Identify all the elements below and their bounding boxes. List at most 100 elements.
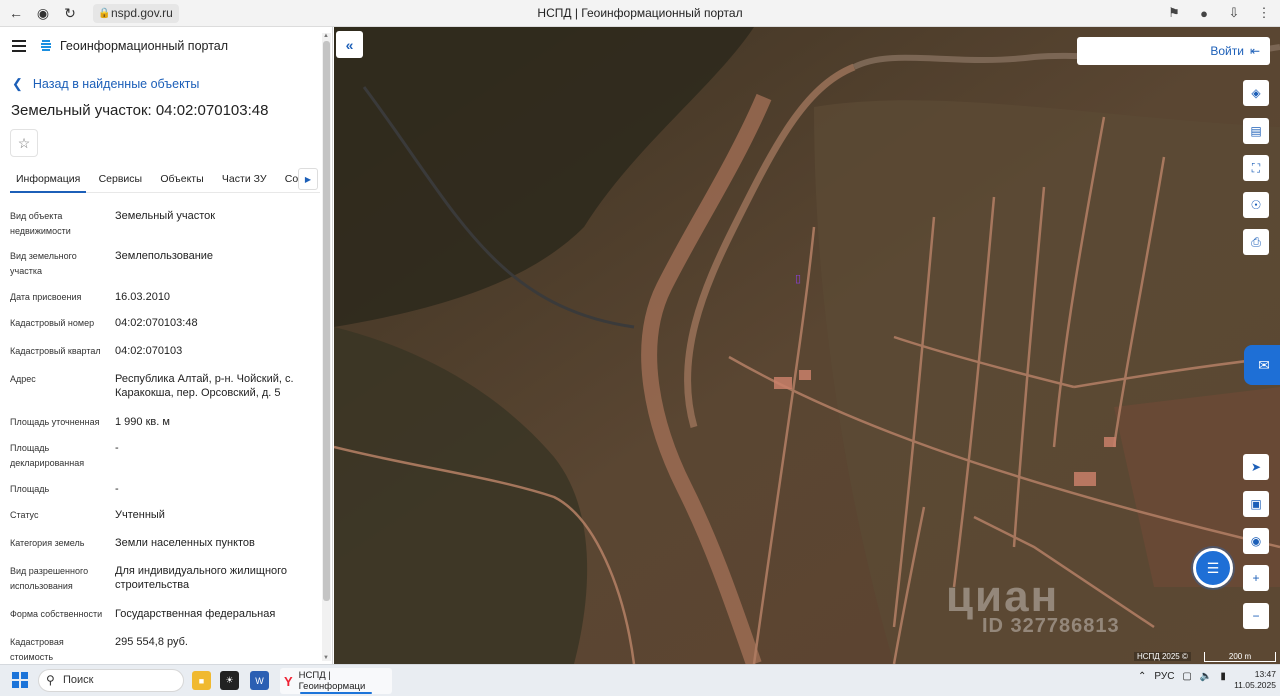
- battery-icon[interactable]: ▮: [1220, 671, 1226, 682]
- extension-icon[interactable]: ●: [1194, 3, 1214, 23]
- back-link-label: Назад в найденные объекты: [32, 77, 200, 91]
- menu-icon[interactable]: ⋮: [1254, 3, 1274, 23]
- downloads-icon[interactable]: ⇩: [1224, 3, 1244, 23]
- property-value: 295 554,8 руб.: [115, 636, 188, 648]
- geo-pin-icon: ◉: [1250, 534, 1262, 548]
- portal-logo-icon: [41, 40, 51, 51]
- panel-header: Геоинформационный портал: [0, 27, 332, 65]
- property-value: 04:02:070103:48: [115, 317, 198, 329]
- hamburger-menu-icon[interactable]: [12, 40, 26, 52]
- lock-icon: 🔒: [98, 8, 111, 19]
- property-label: Адрес: [10, 374, 36, 384]
- login-label: Войти: [1210, 44, 1244, 58]
- search-label: Поиск: [63, 674, 94, 686]
- side-panel-toggle[interactable]: ✉: [1244, 345, 1280, 385]
- app-sun-icon[interactable]: ☀: [220, 671, 239, 690]
- file-explorer-icon[interactable]: ■: [192, 671, 211, 690]
- property-value: Земельный участок: [115, 210, 216, 222]
- area-select-button[interactable]: ⛶: [1243, 155, 1269, 181]
- display-icon[interactable]: ▢: [1182, 671, 1191, 682]
- property-value: Для индивидуального жилищного строительс…: [115, 565, 288, 591]
- taskbar-app-browser[interactable]: Y НСПД | Геоинформаци: [280, 668, 392, 694]
- property-label: Кадастровая стоимость: [10, 637, 64, 662]
- property-value: Земли населенных пунктов: [115, 537, 255, 549]
- property-label: Площадь уточненная: [10, 417, 100, 427]
- property-label: Статус: [10, 510, 39, 520]
- zoom-in-icon: +: [1252, 571, 1260, 585]
- scale-bar: 200 m: [1204, 652, 1276, 662]
- reload-icon[interactable]: ↻: [59, 2, 81, 24]
- yandex-browser-icon: Y: [284, 673, 293, 689]
- chat-icon: ☰: [1206, 559, 1220, 576]
- tabs-bar: Информация Сервисы Объекты Части ЗУ Сост…: [10, 169, 320, 193]
- layers-button[interactable]: ◈: [1243, 80, 1269, 106]
- system-clock[interactable]: 13:47 11.05.2025: [1230, 669, 1276, 691]
- scroll-down-icon[interactable]: ▼: [323, 655, 329, 661]
- locate-icon: ➤: [1250, 460, 1262, 474]
- property-value: Государственная федеральная: [115, 608, 276, 620]
- print-icon: ⎙: [1251, 234, 1261, 249]
- share-button[interactable]: ☉: [1243, 192, 1269, 218]
- language-indicator[interactable]: РУС: [1154, 671, 1174, 682]
- property-value: Республика Алтай, р-н. Чойский, с. Карак…: [115, 373, 294, 399]
- tab-services[interactable]: Сервисы: [93, 169, 149, 193]
- windows-taskbar: ⚲ Поиск ■ ☀ W Y НСПД | Геоинформаци ⌃ РУ…: [0, 664, 1280, 696]
- locate-button[interactable]: ➤: [1243, 454, 1269, 480]
- zoom-in-button[interactable]: +: [1243, 565, 1269, 591]
- taskbar-search[interactable]: ⚲ Поиск: [38, 669, 184, 692]
- watermark-id: ID 327786813: [982, 615, 1120, 637]
- property-label: Кадастровый номер: [10, 318, 95, 328]
- windows-start-icon[interactable]: [12, 672, 28, 688]
- browser-tab-title: НСПД | Геоинформационный портал: [537, 6, 743, 20]
- tab-information[interactable]: Информация: [10, 169, 87, 193]
- property-value: -: [115, 483, 119, 495]
- measure-button[interactable]: ▤: [1243, 118, 1269, 144]
- parcel-outline-marker[interactable]: ▯: [795, 272, 801, 285]
- property-label: Вид объекта недвижимости: [10, 211, 71, 236]
- collapse-panel-button[interactable]: «: [336, 31, 363, 58]
- back-to-results-link[interactable]: ❮ Назад в найденные объекты: [12, 76, 199, 92]
- property-label: Площадь: [10, 484, 50, 494]
- login-button[interactable]: Войти ⇤: [1077, 37, 1270, 65]
- tab-objects[interactable]: Объекты: [154, 169, 209, 193]
- word-icon[interactable]: W: [250, 671, 269, 690]
- info-panel: Геоинформационный портал ❮ Назад в найде…: [0, 27, 333, 664]
- property-value: Учтенный: [115, 509, 165, 521]
- share-icon: ☉: [1250, 198, 1262, 212]
- message-icon: ✉: [1258, 356, 1270, 373]
- property-value: Землепользование: [115, 250, 214, 262]
- tray-chevron-icon[interactable]: ⌃: [1138, 671, 1146, 682]
- clock-time: 13:47: [1254, 669, 1276, 679]
- favorite-star-button[interactable]: ☆: [10, 129, 38, 157]
- panel-scrollbar[interactable]: ▲ ▼: [322, 33, 331, 661]
- property-label: Кадастровый квартал: [10, 346, 101, 356]
- zoom-out-button[interactable]: −: [1243, 603, 1269, 629]
- chat-button[interactable]: ☰: [1193, 548, 1233, 588]
- zoom-out-icon: −: [1252, 609, 1260, 623]
- scrollbar-thumb[interactable]: [323, 41, 330, 601]
- minimap-icon: ▣: [1250, 497, 1262, 511]
- property-label: Дата присвоения: [10, 292, 82, 302]
- tabs-scroll-right-icon[interactable]: ▶: [298, 168, 318, 190]
- area-select-icon: ⛶: [1251, 160, 1261, 175]
- address-text: nspd.gov.ru: [111, 6, 173, 20]
- address-bar[interactable]: 🔒 nspd.gov.ru: [93, 4, 179, 23]
- property-value: 1 990 кв. м: [115, 416, 170, 428]
- system-tray: ⌃ РУС ▢ 🔈 ▮: [1138, 671, 1226, 682]
- back-arrow-icon[interactable]: ←: [5, 2, 27, 24]
- star-icon: ☆: [17, 134, 31, 151]
- volume-icon[interactable]: 🔈: [1200, 671, 1212, 682]
- map-canvas[interactable]: ▯ « Войти ⇤ ◈ ▤ ⛶ ☉ ⎙ ✉ ➤ ▣ ◉ + − ☰ циан…: [334, 27, 1280, 664]
- tab-parts[interactable]: Части ЗУ: [216, 169, 273, 193]
- page-title: Земельный участок: 04:02:070103:48: [11, 102, 269, 119]
- yandex-icon[interactable]: ◉: [32, 2, 54, 24]
- geo-pin-button[interactable]: ◉: [1243, 528, 1269, 554]
- scroll-up-icon[interactable]: ▲: [323, 33, 329, 39]
- bookmark-icon[interactable]: ⚑: [1164, 3, 1184, 23]
- browser-toolbar: ← ◉ ↻ 🔒 nspd.gov.ru НСПД | Геоинформацио…: [0, 0, 1280, 27]
- search-icon: ⚲: [46, 673, 55, 687]
- property-label: Категория земель: [10, 538, 85, 548]
- layers-icon: ◈: [1251, 86, 1261, 100]
- print-button[interactable]: ⎙: [1243, 229, 1269, 255]
- minimap-button[interactable]: ▣: [1243, 491, 1269, 517]
